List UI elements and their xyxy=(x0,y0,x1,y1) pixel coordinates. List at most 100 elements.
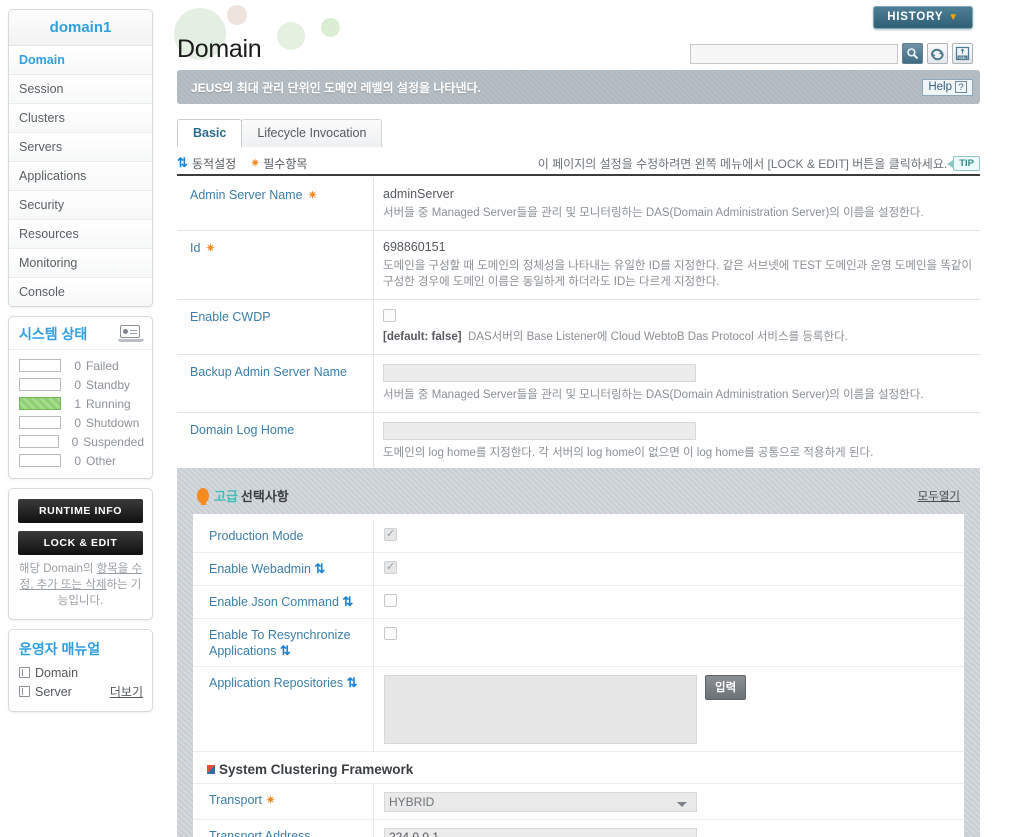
adv-label-enable-webadmin: Enable Webadmin ⇅ xyxy=(193,553,374,585)
status-count-other: 0 xyxy=(74,453,81,468)
field-row-admin-server-name: Admin Server Name ✷ adminServer 서버들 중 Ma… xyxy=(177,178,980,231)
adv-value-transport-address xyxy=(374,820,964,837)
field-desc-text: DAS서버의 Base Listener에 Cloud WebtoB Das P… xyxy=(467,331,848,343)
legend-required: ✷ 필수항목 xyxy=(250,155,307,172)
advanced-options-section: 고급 선택사항 모두열기 Production Mode Enable Weba… xyxy=(177,468,980,837)
sync-icon: ⇅ xyxy=(346,675,358,690)
tip-line: 이 페이지의 설정을 수정하려면 왼쪽 메뉴에서 [LOCK & EDIT] 버… xyxy=(538,155,980,172)
main-content: Domain HISTORY ▼ XML JEUS의 최대 관리 단위인 도메인 … xyxy=(166,0,1012,837)
runtime-info-button[interactable]: RUNTIME INFO xyxy=(18,499,143,523)
adv-label-text: Transport Address xyxy=(209,829,311,837)
open-all-link[interactable]: 모두열기 xyxy=(918,488,960,504)
application-repositories-textarea[interactable] xyxy=(384,675,697,744)
search-input[interactable] xyxy=(690,43,898,64)
sidebar-item-security[interactable]: Security xyxy=(9,191,152,220)
lock-and-edit-button[interactable]: LOCK & EDIT xyxy=(18,531,143,555)
decor-blob-2 xyxy=(227,5,247,25)
sidebar-item-servers[interactable]: Servers xyxy=(9,133,152,162)
advanced-title-highlight: 고급 xyxy=(214,489,238,504)
adv-value-enable-json-command xyxy=(374,586,964,618)
bulb-icon xyxy=(197,488,209,505)
tab-bar: Basic Lifecycle Invocation xyxy=(177,119,383,147)
adv-label-transport-address: Transport Address xyxy=(193,820,374,837)
adv-row-transport-address: Transport Address xyxy=(193,820,964,837)
tip-badge: TIP xyxy=(947,155,980,171)
status-row-suspended: 0 Suspended xyxy=(19,432,144,451)
manual-item-server[interactable]: Server 더보기 xyxy=(19,682,143,701)
status-bar-shutdown xyxy=(19,416,61,429)
adv-label-production-mode: Production Mode xyxy=(193,520,374,552)
sync-icon: ⇅ xyxy=(314,561,326,576)
manual-title: 운영자 매뉴얼 xyxy=(19,641,101,657)
enable-json-command-checkbox[interactable] xyxy=(384,594,397,607)
sidebar-item-clusters[interactable]: Clusters xyxy=(9,104,152,133)
system-status-rows: 0 Failed 0 Standby 1 Running 0 Shutdown xyxy=(9,350,152,478)
search-icon[interactable] xyxy=(902,43,923,64)
adv-row-production-mode: Production Mode xyxy=(193,520,964,553)
backup-admin-server-name-input[interactable] xyxy=(383,364,696,382)
system-clustering-framework-title: System Clustering Framework xyxy=(193,752,964,784)
refresh-icon[interactable] xyxy=(927,43,948,64)
field-desc: 도메인의 log home를 지정한다. 각 서버의 log home이 없으면… xyxy=(383,447,874,459)
domain-log-home-input[interactable] xyxy=(383,422,696,440)
production-mode-checkbox[interactable] xyxy=(384,527,397,541)
help-button[interactable]: Help ? xyxy=(922,79,973,96)
field-value-text: 698860151 xyxy=(383,240,446,254)
transport-select[interactable]: HYBRID xyxy=(384,792,697,812)
manual-panel: 운영자 매뉴얼 Domain Server 더보기 xyxy=(8,629,153,712)
manual-more-link[interactable]: 더보기 xyxy=(110,683,143,700)
sidebar-item-applications[interactable]: Applications xyxy=(9,162,152,191)
field-row-backup-admin-server-name: Backup Admin Server Name 서버들 중 Managed S… xyxy=(177,355,980,413)
sidebar-item-session[interactable]: Session xyxy=(9,75,152,104)
tab-lifecycle-invocation[interactable]: Lifecycle Invocation xyxy=(241,119,383,147)
manual-item-domain[interactable]: Domain xyxy=(19,663,143,682)
adv-label-enable-json-command: Enable Json Command ⇅ xyxy=(193,586,374,618)
adv-value-transport: HYBRID xyxy=(374,784,964,819)
status-bar-suspended xyxy=(19,435,59,448)
field-desc: [default: false] DAS서버의 Base Listener에 C… xyxy=(383,329,974,345)
sidebar-item-domain[interactable]: Domain xyxy=(9,46,152,75)
adv-label-transport: Transport ✷ xyxy=(193,784,374,819)
adv-label-text: Enable Webadmin xyxy=(209,562,311,576)
sidebar-domain-title: domain1 xyxy=(9,10,152,46)
status-row-failed: 0 Failed xyxy=(19,356,144,375)
system-status-panel: 시스템 상태 0 Failed 0 Standby 1 Running 0 Sh… xyxy=(8,316,153,479)
sync-icon: ⇅ xyxy=(342,594,354,609)
field-value-admin-server-name: adminServer 서버들 중 Managed Server들을 관리 및 … xyxy=(374,178,980,230)
status-row-running: 1 Running xyxy=(19,394,144,413)
section-title-text: System Clustering Framework xyxy=(219,762,414,777)
adv-value-production-mode xyxy=(374,520,964,552)
sidebar-item-console[interactable]: Console xyxy=(9,278,152,306)
history-button[interactable]: HISTORY ▼ xyxy=(873,6,973,29)
xml-export-icon[interactable]: XML xyxy=(952,43,973,64)
field-label-text: Enable CWDP xyxy=(190,310,271,324)
legend-row: ⇅ 동적설정 ✷ 필수항목 이 페이지의 설정을 수정하려면 왼쪽 메뉴에서 [… xyxy=(177,152,980,176)
enable-resynchronize-applications-checkbox[interactable] xyxy=(384,627,397,640)
transport-address-input[interactable] xyxy=(384,828,697,837)
field-desc: 서버들 중 Managed Server들을 관리 및 모니터링하는 DAS(D… xyxy=(383,207,924,219)
status-label-standby: Standby xyxy=(86,377,131,392)
field-value-backup-admin-server-name: 서버들 중 Managed Server들을 관리 및 모니터링하는 DAS(D… xyxy=(374,355,980,412)
enable-webadmin-checkbox[interactable] xyxy=(384,560,397,574)
status-bar-running xyxy=(19,397,61,410)
search-row: XML xyxy=(690,43,973,64)
field-label-domain-log-home: Domain Log Home xyxy=(177,413,374,470)
field-desc: 서버들 중 Managed Server들을 관리 및 모니터링하는 DAS(D… xyxy=(383,389,924,401)
status-label-other: Other xyxy=(86,453,117,468)
svg-text:XML: XML xyxy=(958,55,967,60)
application-repositories-submit-button[interactable]: 입력 xyxy=(705,675,747,700)
sidebar-item-resources[interactable]: Resources xyxy=(9,220,152,249)
field-value-text: adminServer xyxy=(383,187,454,201)
field-row-id: Id ✷ 698860151 도메인을 구성할 때 도메인의 정체성을 나타내는… xyxy=(177,231,980,300)
section-marker-icon xyxy=(207,765,215,774)
field-value-enable-cwdp: [default: false] DAS서버의 Base Listener에 C… xyxy=(374,300,980,354)
enable-cwdp-checkbox[interactable] xyxy=(383,309,396,322)
field-label-text: Backup Admin Server Name xyxy=(190,365,348,379)
status-bar-failed xyxy=(19,359,61,372)
field-label-enable-cwdp: Enable CWDP xyxy=(177,300,374,354)
adv-row-transport: Transport ✷ HYBRID xyxy=(193,784,964,820)
sync-icon: ⇅ xyxy=(279,643,291,658)
sidebar-item-monitoring[interactable]: Monitoring xyxy=(9,249,152,278)
book-icon xyxy=(19,667,30,678)
tab-basic[interactable]: Basic xyxy=(177,119,243,147)
